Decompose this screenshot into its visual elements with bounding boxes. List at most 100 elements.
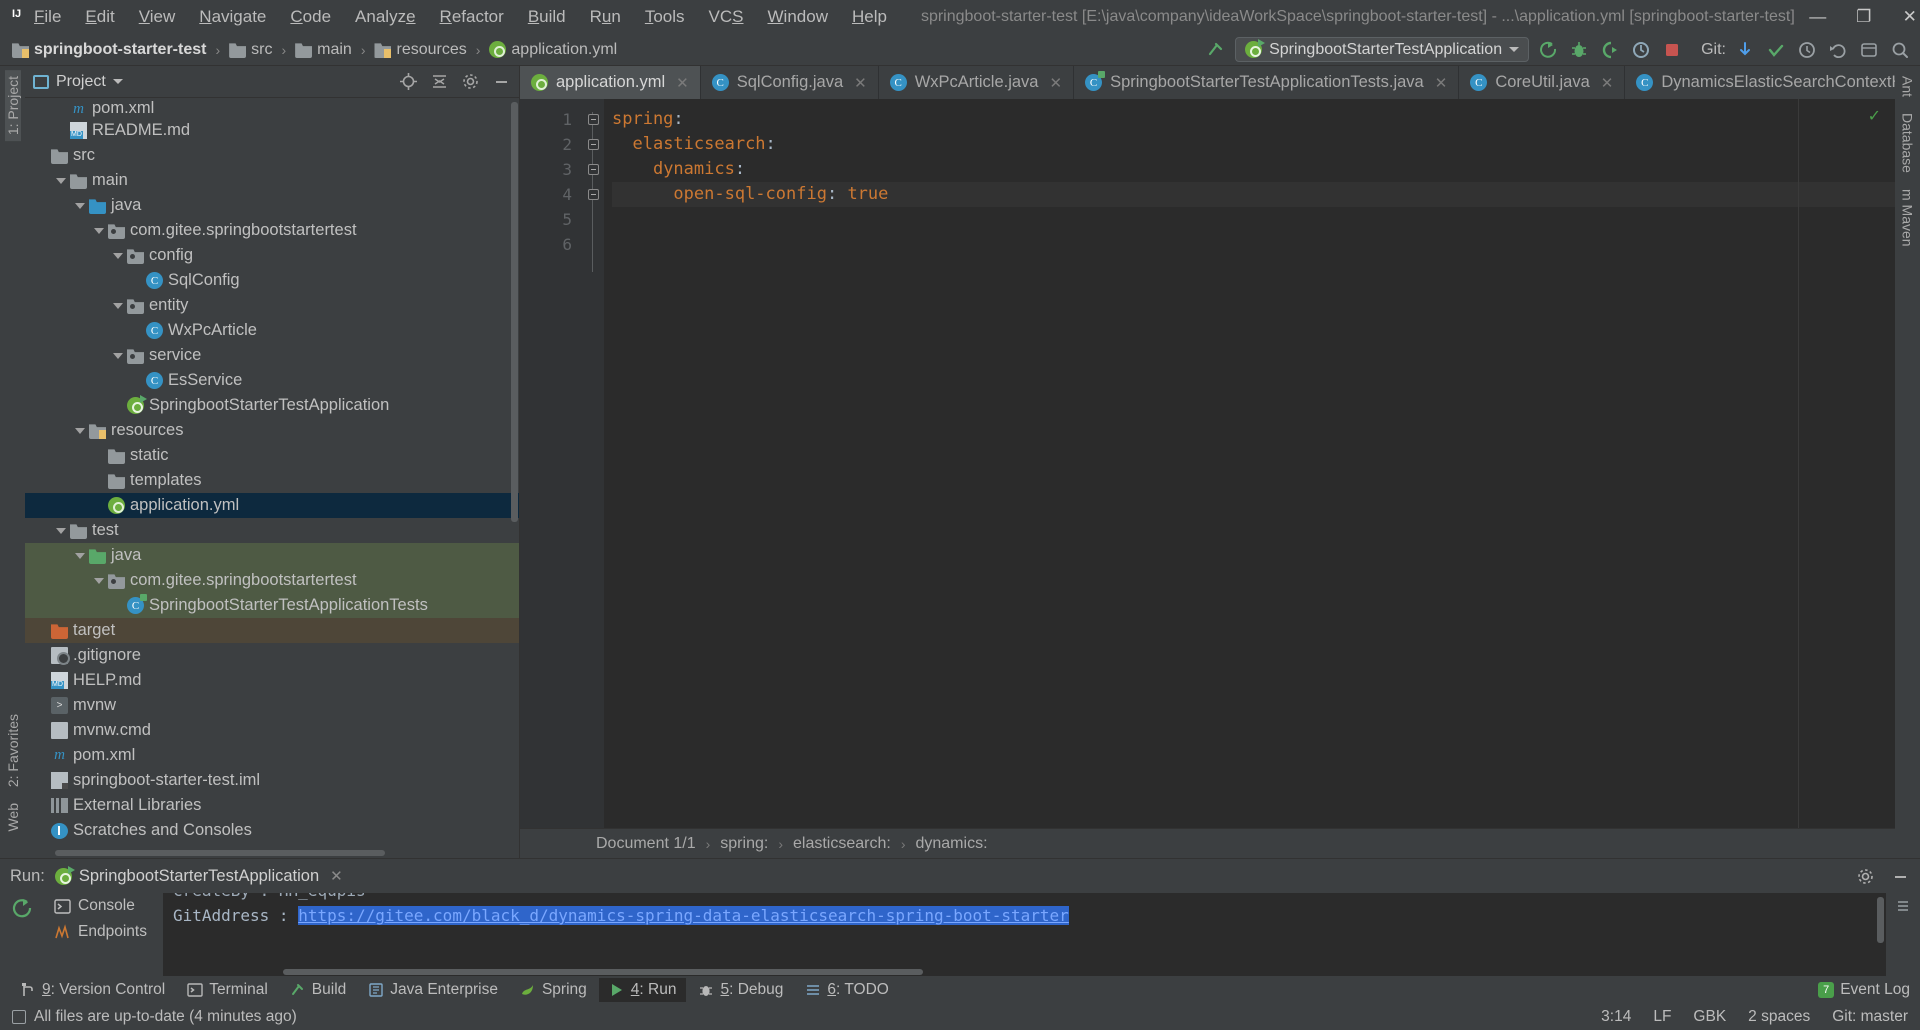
run-subtab-endpoints[interactable]: Endpoints xyxy=(48,921,153,943)
tree-node-selected[interactable]: application.yml xyxy=(25,493,519,518)
tree-node[interactable]: Scratches and Consoles xyxy=(25,818,519,843)
run-session-tab[interactable]: SpringbootStarterTestApplication ✕ xyxy=(54,865,343,886)
menu-item-window[interactable]: Window xyxy=(756,3,840,31)
menu-item-run[interactable]: Run xyxy=(578,3,633,31)
close-icon[interactable]: ✕ xyxy=(330,867,343,885)
menu-item-analyze[interactable]: Analyze xyxy=(343,3,428,31)
sidebar-item-database[interactable]: Database xyxy=(1900,107,1916,179)
bottom-strip-item-todo[interactable]: 6: TODO xyxy=(795,978,898,1002)
git-rollback-icon[interactable] xyxy=(1826,38,1850,62)
editor-breadcrumb-dynamics[interactable]: dynamics: xyxy=(915,835,987,853)
fold-collapse-icon[interactable] xyxy=(587,139,599,150)
editor-tab[interactable]: C SpringbootStarterTestApplicationTests.j… xyxy=(1074,66,1460,99)
project-tree-scrollbar[interactable] xyxy=(511,102,518,522)
expand-arrow-icon[interactable] xyxy=(54,524,67,537)
tree-node[interactable]: test xyxy=(25,518,519,543)
menu-item-refactor[interactable]: Refactor xyxy=(428,3,516,31)
code-line[interactable] xyxy=(612,207,1895,232)
code-line[interactable]: elasticsearch: xyxy=(612,132,1895,157)
collapse-all-icon[interactable] xyxy=(430,72,449,91)
git-update-icon[interactable] xyxy=(1733,38,1757,62)
editor-breadcrumb-spring[interactable]: spring: xyxy=(720,835,768,853)
sidebar-item-ant[interactable]: Ant xyxy=(1900,70,1916,103)
close-icon[interactable]: ✕ xyxy=(1049,74,1062,92)
debug-icon[interactable] xyxy=(1567,38,1591,62)
tree-node[interactable]: main xyxy=(25,168,519,193)
tree-node[interactable]: resources xyxy=(25,418,519,443)
tree-node[interactable]: m pom.xml xyxy=(25,743,519,768)
console-vertical-scrollbar[interactable] xyxy=(1877,897,1884,943)
expand-arrow-icon[interactable] xyxy=(111,349,124,362)
run-configuration-selector[interactable]: SpringbootStarterTestApplication xyxy=(1235,37,1530,62)
fold-marker[interactable] xyxy=(582,132,604,157)
tree-node[interactable]: entity xyxy=(25,293,519,318)
profiler-icon[interactable] xyxy=(1629,38,1653,62)
inspection-ok-icon[interactable]: ✓ xyxy=(1868,106,1881,126)
settings-gear-icon[interactable] xyxy=(1856,867,1875,886)
expand-arrow-icon[interactable] xyxy=(111,249,124,262)
tree-node[interactable]: templates xyxy=(25,468,519,493)
bottom-strip-item-terminal[interactable]: Terminal xyxy=(177,978,278,1002)
editor-breadcrumb-elasticsearch[interactable]: elasticsearch: xyxy=(793,835,891,853)
tree-node[interactable]: C SqlConfig xyxy=(25,268,519,293)
bottom-strip-item-build[interactable]: Build xyxy=(280,978,356,1002)
tree-node[interactable]: External Libraries xyxy=(25,793,519,818)
settings-gear-icon[interactable] xyxy=(461,72,480,91)
expand-arrow-icon[interactable] xyxy=(92,224,105,237)
tree-node[interactable]: static xyxy=(25,443,519,468)
fold-gutter[interactable] xyxy=(582,99,604,828)
run-with-coverage-icon[interactable] xyxy=(1598,38,1622,62)
stop-icon[interactable] xyxy=(1660,38,1684,62)
code-line[interactable]: spring: xyxy=(612,107,1895,132)
tree-node[interactable]: HELP.md xyxy=(25,668,519,693)
indent-setting[interactable]: 2 spaces xyxy=(1748,1008,1810,1026)
tree-node[interactable]: .gitignore xyxy=(25,643,519,668)
tree-node[interactable]: > mvnw xyxy=(25,693,519,718)
menu-item-file[interactable]: File xyxy=(22,3,73,31)
project-panel-title[interactable]: Project xyxy=(33,73,123,91)
expand-arrow-icon[interactable] xyxy=(111,299,124,312)
tree-node[interactable]: config xyxy=(25,243,519,268)
project-tree[interactable]: m pom.xml README.md src main java com.gitee.sp… xyxy=(25,98,519,847)
tree-node[interactable]: C SpringbootStarterTestApplicationTests xyxy=(25,593,519,618)
menu-item-tools[interactable]: Tools xyxy=(633,3,697,31)
code-line[interactable]: dynamics: xyxy=(612,157,1895,182)
tree-node[interactable]: SpringbootStarterTestApplication xyxy=(25,393,519,418)
code-text-area[interactable]: spring: elasticsearch: dynamics: open-sq… xyxy=(604,99,1895,828)
bottom-strip-item-versioncontrol[interactable]: 9: Version Control xyxy=(10,978,175,1002)
git-commit-icon[interactable] xyxy=(1764,38,1788,62)
code-editor[interactable]: 1 2 3 4 5 6 spring: elasticsearch: dynamics: … xyxy=(520,99,1895,828)
event-log-button[interactable]: 7 Event Log xyxy=(1818,981,1910,999)
breadcrumb-item-resources[interactable]: resources xyxy=(370,39,470,61)
console-link[interactable]: https://gitee.com/black_d/dynamics-sprin… xyxy=(298,906,1069,925)
expand-arrow-icon[interactable] xyxy=(73,424,86,437)
tree-node[interactable]: java xyxy=(25,193,519,218)
expand-arrow-icon[interactable] xyxy=(92,574,105,587)
tree-node[interactable]: README.md xyxy=(25,118,519,143)
fold-collapse-icon[interactable] xyxy=(587,164,599,175)
tree-node[interactable]: C WxPcArticle xyxy=(25,318,519,343)
hide-icon[interactable] xyxy=(492,72,511,91)
tree-node[interactable]: m pom.xml xyxy=(25,100,519,118)
close-button[interactable]: ✕ xyxy=(1887,1,1920,33)
close-icon[interactable]: ✕ xyxy=(1601,74,1614,92)
fold-marker[interactable] xyxy=(582,182,604,207)
expand-arrow-icon[interactable] xyxy=(73,199,86,212)
maximize-button[interactable]: ❐ xyxy=(1841,1,1887,33)
editor-tab[interactable]: C SqlConfig.java ✕ xyxy=(701,66,879,99)
sidebar-item-favorites[interactable]: 2: Favorites xyxy=(5,708,21,793)
bottom-strip-item-javaenterprise[interactable]: Java Enterprise xyxy=(358,978,508,1002)
git-branch[interactable]: Git: master xyxy=(1832,1008,1908,1026)
run-subtab-console[interactable]: Console xyxy=(48,895,153,917)
bottom-strip-item-run[interactable]: 4: Run xyxy=(598,978,687,1002)
tree-node[interactable]: mvnw.cmd xyxy=(25,718,519,743)
expand-arrow-icon[interactable] xyxy=(73,549,86,562)
bottom-strip-item-debug[interactable]: 5: Debug xyxy=(688,978,793,1002)
breadcrumb-item-project[interactable]: springboot-starter-test xyxy=(8,39,210,61)
breadcrumb-item-main[interactable]: main xyxy=(291,39,356,61)
project-horizontal-scrollbar[interactable] xyxy=(25,847,519,858)
tree-node[interactable]: src xyxy=(25,143,519,168)
close-icon[interactable]: ✕ xyxy=(1435,74,1448,92)
tree-node[interactable]: com.gitee.springbootstartertest xyxy=(25,568,519,593)
menu-item-navigate[interactable]: Navigate xyxy=(187,3,278,31)
